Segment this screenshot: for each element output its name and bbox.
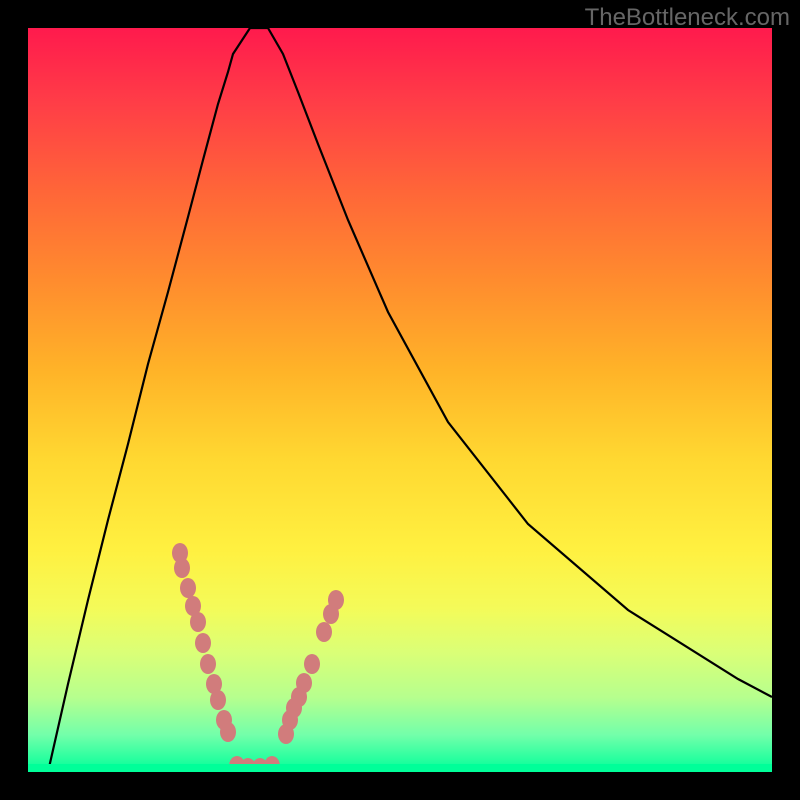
bead <box>174 558 190 578</box>
bead-cluster <box>172 543 344 772</box>
bead <box>195 633 211 653</box>
bead <box>304 654 320 674</box>
watermark-text: TheBottleneck.com <box>585 4 790 32</box>
bead <box>200 654 216 674</box>
bead <box>210 690 226 710</box>
bead <box>296 673 312 693</box>
bead <box>190 612 206 632</box>
bead <box>220 722 236 742</box>
baseline <box>28 764 772 772</box>
bottleneck-curve <box>48 28 772 772</box>
bead <box>180 578 196 598</box>
curve-svg <box>28 28 772 772</box>
bead <box>316 622 332 642</box>
chart-frame <box>28 28 772 772</box>
bead <box>328 590 344 610</box>
